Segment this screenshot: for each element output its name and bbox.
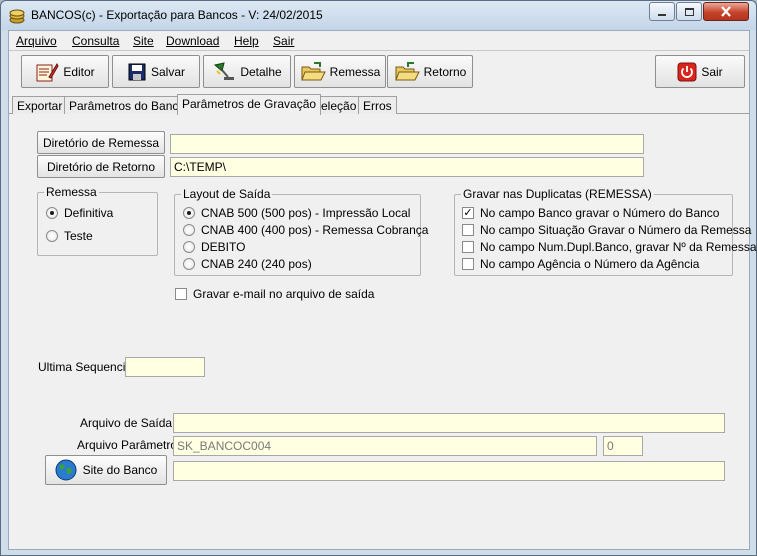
salvar-button[interactable]: Salvar [112, 55, 200, 88]
arquivo-parametros-extra-input[interactable]: 0 [603, 436, 643, 456]
floppy-disk-icon [128, 63, 146, 80]
tab-strip: Exportar Parâmetros do Banco Parâmetros … [9, 94, 749, 115]
client-area: Arquivo Consulta Site Download Help Sair… [8, 30, 757, 550]
option-label: No campo Banco gravar o Número do Banco [480, 206, 720, 220]
menu-site[interactable]: Site [133, 34, 154, 48]
dup-numero-banco-option[interactable]: ✓ No campo Banco gravar o Número do Banc… [462, 206, 719, 220]
menu-sair[interactable]: Sair [273, 34, 294, 48]
power-icon [677, 62, 697, 81]
detalhe-label: Detalhe [240, 64, 282, 79]
remessa-group: Remessa Definitiva Teste [37, 185, 158, 256]
radio-button[interactable] [46, 230, 58, 242]
sair-label: Sair [701, 64, 723, 79]
layout-debito-option[interactable]: DEBITO [183, 240, 245, 254]
arquivo-parametros-input[interactable]: SK_BANCOC004 [173, 436, 597, 456]
option-label: DEBITO [201, 240, 246, 254]
option-label: CNAB 400 (400 pos) - Remessa Cobrança [201, 223, 429, 237]
open-folder-icon [394, 61, 420, 80]
sair-button[interactable]: Sair [655, 55, 745, 88]
editor-icon [36, 62, 59, 81]
radio-button[interactable] [46, 207, 58, 219]
toolbar: Editor Salvar Detalhe Remessa Retorno Sa… [9, 52, 749, 92]
close-icon [721, 6, 731, 17]
menu-arquivo[interactable]: Arquivo [16, 34, 57, 48]
open-folder-icon [300, 61, 326, 80]
remessa-teste-option[interactable]: Teste [46, 229, 93, 243]
site-banco-button[interactable]: Site do Banco [45, 455, 167, 485]
tab-panel: Diretório de Remessa Diretório de Retorn… [9, 114, 757, 549]
bank-coins-icon [9, 8, 25, 24]
menu-help[interactable]: Help [234, 34, 259, 48]
layout-saida-group: Layout de Saída CNAB 500 (500 pos) - Imp… [174, 187, 428, 276]
option-label: Teste [64, 229, 93, 243]
tab-erros[interactable]: Erros [358, 96, 397, 114]
option-label: No campo Num.Dupl.Banco, gravar Nº da Re… [480, 240, 757, 254]
menu-download[interactable]: Download [166, 34, 219, 48]
retorno-button[interactable]: Retorno [387, 55, 473, 88]
dup-agencia-option[interactable]: No campo Agência o Número da Agência [462, 257, 699, 271]
tab-exportar[interactable]: Exportar [12, 96, 68, 114]
layout-cnab240-option[interactable]: CNAB 240 (240 pos) [183, 257, 312, 271]
remessa-definitiva-option[interactable]: Definitiva [46, 206, 113, 220]
option-label: Definitiva [64, 206, 114, 220]
radio-button[interactable] [183, 258, 195, 270]
app-window: BANCOS(c) - Exportação para Bancos - V: … [0, 0, 757, 556]
menu-consulta[interactable]: Consulta [72, 34, 119, 48]
option-label: CNAB 240 (240 pos) [201, 257, 312, 271]
site-banco-label: Site do Banco [82, 463, 158, 477]
title-bar: BANCOS(c) - Exportação para Bancos - V: … [1, 1, 756, 30]
radio-button[interactable] [183, 224, 195, 236]
diretorio-retorno-input[interactable]: C:\TEMP\ [170, 157, 644, 177]
window-title: BANCOS(c) - Exportação para Bancos - V: … [31, 8, 323, 22]
gravar-email-option[interactable]: Gravar e-mail no arquivo de saída [175, 287, 374, 301]
checkbox[interactable]: ✓ [462, 207, 474, 219]
arquivo-parametros-label: Arquivo Parâmetros [77, 438, 184, 452]
minimize-icon [658, 13, 666, 16]
gravar-duplicatas-group-title: Gravar nas Duplicatas (REMESSA) [461, 187, 654, 201]
tab-parametros-banco[interactable]: Parâmetros do Banco [64, 96, 191, 114]
maximize-button[interactable] [676, 2, 702, 21]
retorno-label: Retorno [423, 64, 467, 79]
option-label: CNAB 500 (500 pos) - Impressão Local [201, 206, 411, 220]
checkbox[interactable] [462, 258, 474, 270]
globe-icon [55, 459, 77, 481]
diretorio-remessa-input[interactable] [170, 134, 644, 154]
maximize-icon [684, 7, 694, 16]
layout-cnab400-option[interactable]: CNAB 400 (400 pos) - Remessa Cobrança [183, 223, 428, 237]
ultima-sequencia-label: Ultima Sequencia [38, 360, 133, 374]
desk-lamp-icon [214, 61, 235, 80]
layout-cnab500-option[interactable]: CNAB 500 (500 pos) - Impressão Local [183, 206, 410, 220]
menu-bar: Arquivo Consulta Site Download Help Sair [9, 31, 749, 51]
salvar-label: Salvar [150, 64, 185, 79]
editor-label: Editor [63, 64, 95, 79]
arquivo-saida-input[interactable] [173, 413, 725, 433]
checkbox[interactable] [462, 241, 474, 253]
ultima-sequencia-input[interactable] [125, 357, 205, 377]
dup-num-dupl-banco-option[interactable]: No campo Num.Dupl.Banco, gravar Nº da Re… [462, 240, 757, 254]
checkbox[interactable] [462, 224, 474, 236]
dup-situacao-option[interactable]: No campo Situação Gravar o Número da Rem… [462, 223, 751, 237]
radio-button[interactable] [183, 207, 195, 219]
gravar-duplicatas-group: Gravar nas Duplicatas (REMESSA) ✓ No cam… [454, 187, 757, 276]
remessa-button[interactable]: Remessa [294, 55, 386, 88]
option-label: No campo Situação Gravar o Número da Rem… [480, 223, 752, 237]
checkbox[interactable] [175, 288, 187, 300]
remessa-label: Remessa [329, 64, 381, 79]
diretorio-retorno-button[interactable]: Diretório de Retorno [37, 155, 165, 178]
close-button[interactable] [703, 2, 749, 21]
tab-parametros-gravacao[interactable]: Parâmetros de Gravação [177, 94, 322, 115]
detalhe-button[interactable]: Detalhe [203, 55, 291, 88]
diretorio-remessa-button[interactable]: Diretório de Remessa [37, 131, 165, 154]
layout-saida-group-title: Layout de Saída [181, 187, 273, 201]
option-label: Gravar e-mail no arquivo de saída [193, 287, 375, 301]
remessa-group-title: Remessa [44, 185, 99, 199]
option-label: No campo Agência o Número da Agência [480, 257, 700, 271]
arquivo-saida-label: Arquivo de Saída [80, 416, 173, 430]
editor-button[interactable]: Editor [21, 55, 109, 88]
radio-button[interactable] [183, 241, 195, 253]
site-banco-input[interactable] [173, 461, 725, 481]
minimize-button[interactable] [649, 2, 675, 21]
